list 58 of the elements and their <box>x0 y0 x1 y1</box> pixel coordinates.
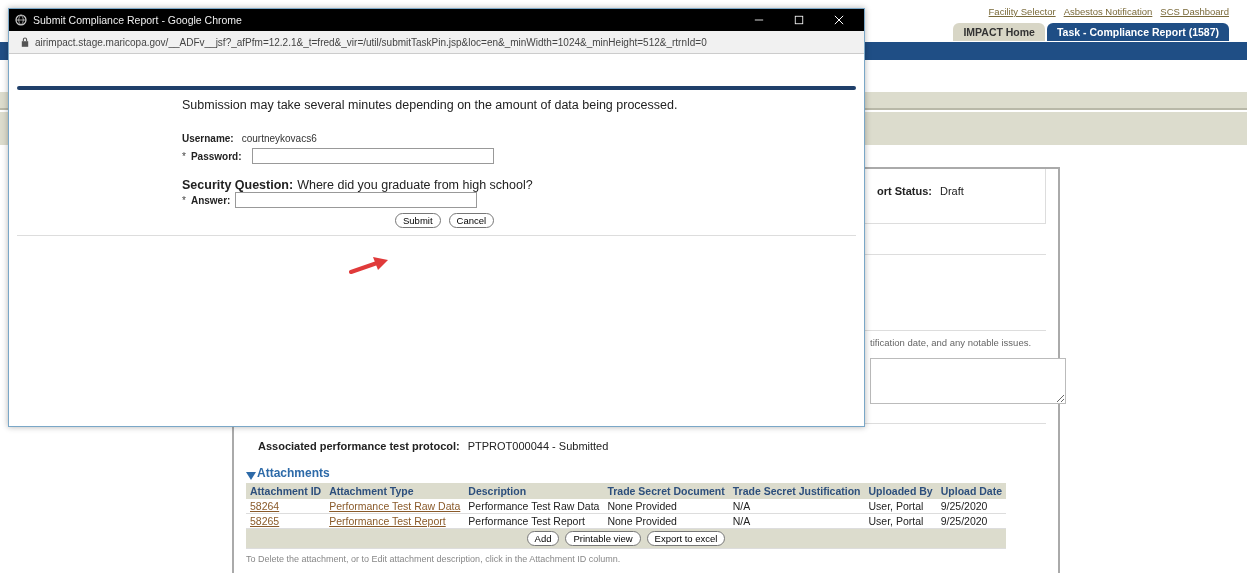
table-cell: None Provided <box>607 515 677 527</box>
username-value: courtneykovacs6 <box>241 133 317 144</box>
column-header: Attachment ID <box>246 483 326 499</box>
column-header: Trade Secret Justification <box>728 483 865 499</box>
table-cell: N/A <box>732 500 751 512</box>
column-header: Trade Secret Document <box>603 483 729 499</box>
table-button[interactable]: Export to excel <box>646 531 726 546</box>
address-text: airimpact.stage.maricopa.gov/__ADFv__jsf?_afPfm=12.2.1&_t=fred&_vir=/util/submitTaskPin.jsp&loc=en&_minWidth=1024&_minHeight=512&_rtrnId=0 <box>35 36 707 48</box>
table-cell: N/A <box>732 515 751 527</box>
table-cell: User, Portal <box>868 515 924 527</box>
table-button[interactable]: Add <box>526 531 560 546</box>
notes-field[interactable] <box>870 358 1066 404</box>
table-cell: 9/25/2020 <box>940 515 988 527</box>
help-text: To Delete the attachment, or to Edit attachment description, click in the Attachment ID column. <box>246 554 622 564</box>
table-cell: None Provided <box>607 500 677 512</box>
status-label: ort Status: <box>877 185 932 199</box>
header-link[interactable]: SCS Dashboard <box>1160 6 1229 17</box>
status-value: Draft <box>940 185 964 199</box>
submit-button[interactable]: Submit <box>395 213 441 228</box>
close-icon[interactable] <box>834 15 844 25</box>
password-label: Password: <box>190 150 242 162</box>
username-label: Username: <box>182 133 234 144</box>
protocol-value: PTPROT000044 - Submitted <box>467 440 609 452</box>
instructions-text: tification date, and any notable issues. <box>870 337 1033 348</box>
column-header: Attachment Type <box>325 483 465 499</box>
arrow-drawing <box>349 256 389 276</box>
column-header: Upload Date <box>936 483 1006 499</box>
answer-label: Answer: <box>190 194 231 206</box>
maximize-icon[interactable] <box>794 15 804 25</box>
table-link[interactable]: Performance Test Raw Data <box>329 500 461 512</box>
column-header: Description <box>464 483 604 499</box>
table-link[interactable]: 58264 <box>250 500 280 512</box>
answer-field[interactable] <box>235 192 478 208</box>
required-mark: * <box>182 194 186 206</box>
table-link[interactable]: 58265 <box>250 515 280 527</box>
password-field[interactable] <box>252 148 495 164</box>
column-header: Uploaded By <box>864 483 937 499</box>
table-cell: 9/25/2020 <box>940 500 988 512</box>
question-label: Security Question: <box>182 178 294 192</box>
info-message: Submission may take several minutes depending on the amount of data being processed. <box>182 98 679 112</box>
header-link[interactable]: Facility Selector <box>988 6 1056 17</box>
table-link[interactable]: Performance Test Report <box>329 515 446 527</box>
table-cell: User, Portal <box>868 500 924 512</box>
table-cell: Performance Test Raw Data <box>468 500 600 512</box>
question-text: Where did you graduate from high school? <box>297 178 533 192</box>
protocol-label: Associated performance test protocol: <box>258 440 460 452</box>
expand-triangle-icon[interactable] <box>246 470 256 480</box>
globe-icon <box>15 14 27 26</box>
window-title: Submit Compliance Report - Google Chrome <box>33 14 242 26</box>
tab[interactable]: IMPACT Home <box>953 23 1045 41</box>
required-mark: * <box>182 150 186 162</box>
cancel-button[interactable]: Cancel <box>448 213 495 228</box>
lock-icon <box>21 37 29 47</box>
table-cell: Performance Test Report <box>468 515 585 527</box>
table-button[interactable]: Printable view <box>565 531 641 546</box>
header-link[interactable]: Asbestos Notification <box>1063 6 1153 17</box>
tab[interactable]: Task - Compliance Report (1587) <box>1046 23 1229 41</box>
section-title: Attachments <box>257 466 330 480</box>
